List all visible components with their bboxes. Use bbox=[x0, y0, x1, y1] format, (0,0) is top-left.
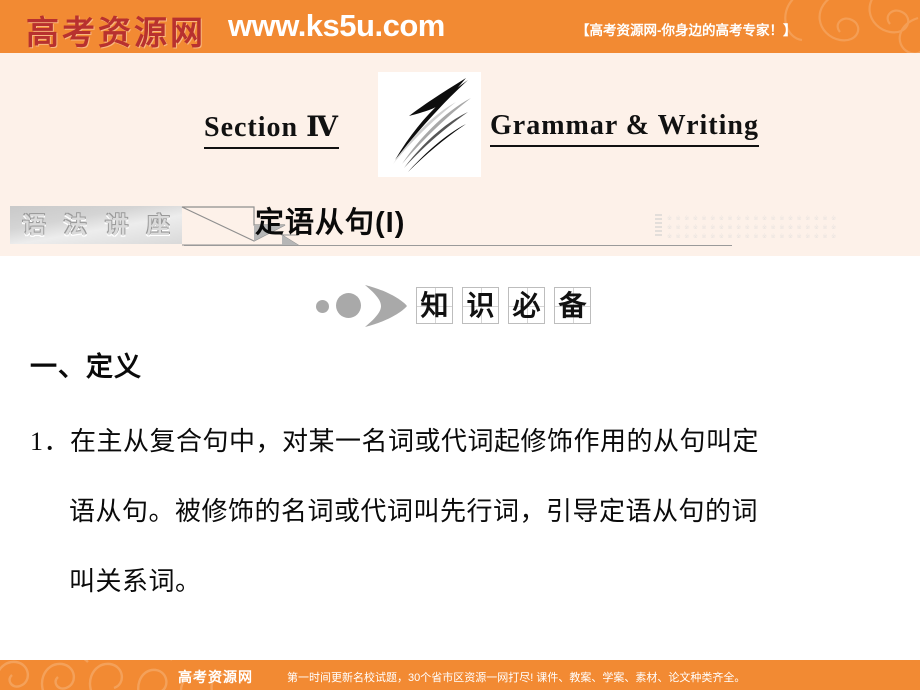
footer-slogan: 第一时间更新名校试题，30个省市区资源一网打尽! 课件、教案、学案、素材、论文种… bbox=[287, 672, 746, 684]
lecture-tab-label: 语 法 讲 座 bbox=[22, 212, 176, 238]
knowledge-char-text: 知 bbox=[420, 290, 449, 321]
paragraph-line: 语从句。被修饰的名词或代词叫先行词，引导定语从句的词 bbox=[69, 497, 759, 526]
swoosh-graphic-box bbox=[378, 72, 481, 177]
header-brand-chinese: 高考资源网 bbox=[26, 16, 206, 52]
definition-paragraph: 1．在主从复合句中，对某一名词或代词起修饰作用的从句叫定 语从句。被修饰的名词或… bbox=[30, 407, 900, 617]
site-header: 高考资源网 www.ks5u.com 【高考资源网-你身边的高考专家！】 bbox=[0, 0, 920, 53]
slide-canvas: 高考资源网 www.ks5u.com 【高考资源网-你身边的高考专家！】 Sec… bbox=[0, 0, 920, 690]
knowledge-char-box: 识 bbox=[462, 287, 499, 324]
header-slogan: 【高考资源网-你身边的高考专家！】 bbox=[576, 23, 797, 38]
lecture-tab: 语 法 讲 座 bbox=[10, 206, 182, 244]
section-topic: Grammar & Writing bbox=[490, 110, 759, 147]
knowledge-char-boxes: 知 识 必 备 bbox=[416, 287, 591, 324]
lecture-title: 定语从句(I) bbox=[255, 207, 406, 239]
knowledge-char-box: 备 bbox=[554, 287, 591, 324]
banner-underline bbox=[184, 245, 732, 246]
section-label: Section Ⅳ bbox=[204, 110, 339, 149]
footer-brand: 高考资源网 bbox=[178, 671, 253, 686]
knowledge-char-text: 备 bbox=[558, 290, 587, 321]
paragraph-line: 1．在主从复合句中，对某一名词或代词起修饰作用的从句叫定 bbox=[30, 427, 760, 456]
knowledge-char-box: 必 bbox=[508, 287, 545, 324]
lecture-banner: 语 法 讲 座 bbox=[0, 203, 920, 255]
paragraph-line: 叫关系词。 bbox=[69, 567, 202, 596]
knowledge-char-box: 知 bbox=[416, 287, 453, 324]
swoosh-icon bbox=[378, 72, 481, 177]
bullet-dot-large-icon bbox=[336, 293, 361, 318]
knowledge-char-text: 识 bbox=[466, 290, 495, 321]
content-heading: 一、定义 bbox=[30, 352, 142, 382]
header-brand-url: www.ks5u.com bbox=[228, 8, 445, 43]
knowledge-char-text: 必 bbox=[512, 290, 541, 321]
site-footer: 高考资源网 第一时间更新名校试题，30个省市区资源一网打尽! 课件、教案、学案、… bbox=[0, 660, 920, 690]
bullet-dot-small-icon bbox=[316, 300, 329, 313]
arrow-right-icon bbox=[365, 285, 407, 327]
